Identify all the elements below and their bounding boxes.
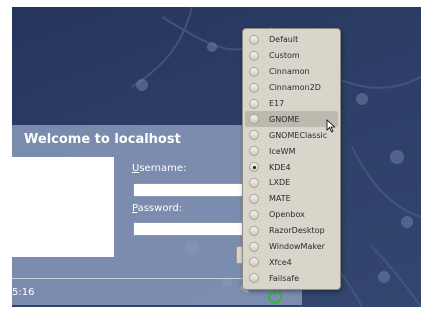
session-menu-item[interactable]: IceWM (243, 143, 340, 159)
session-menu-item-label: MATE (269, 194, 291, 204)
session-menu-item-label: Default (269, 35, 299, 45)
welcome-title: Welcome to localhost (24, 132, 181, 147)
radio-icon (249, 34, 259, 45)
session-menu-item[interactable]: KDE4 (243, 159, 340, 175)
username-label-text: sername: (139, 163, 187, 174)
session-menu-item-label: Openbox (269, 210, 305, 220)
session-menu-item-label: WindowMaker (269, 242, 325, 252)
user-avatar-area (12, 157, 114, 257)
radio-icon (249, 209, 259, 220)
radio-icon (249, 177, 259, 188)
session-menu-item-label: E17 (269, 99, 285, 108)
session-menu-item-label: Xfce4 (269, 257, 292, 267)
radio-icon (249, 114, 259, 125)
session-menu-item[interactable]: Default (243, 32, 340, 48)
session-menu-item-label: GNOMEClassic (269, 130, 328, 140)
clock: 5:16 (12, 287, 35, 298)
desktop-background: Welcome to localhost Username: Password:… (12, 7, 421, 307)
session-menu-item-label: Custom (269, 51, 300, 61)
session-menu-item-label: Failsafe (269, 273, 300, 283)
radio-icon (249, 66, 259, 77)
radio-icon (249, 98, 259, 109)
password-label-text: assword: (137, 203, 183, 214)
session-menu-item[interactable]: LXDE (243, 175, 340, 191)
session-menu-item-label: LXDE (269, 178, 291, 188)
radio-icon (249, 162, 259, 173)
session-menu-item[interactable]: MATE (243, 191, 340, 207)
session-menu-item-label: KDE4 (269, 162, 291, 172)
radio-icon (249, 225, 259, 236)
radio-icon (249, 273, 259, 284)
session-menu-item-label: Cinnamon (269, 67, 310, 77)
radio-icon (249, 241, 259, 252)
radio-icon (249, 50, 259, 61)
radio-icon (249, 130, 259, 141)
session-menu-item-label: IceWM (269, 146, 296, 156)
password-label: Password: (132, 203, 182, 214)
session-menu-item[interactable]: E17 (243, 96, 340, 112)
session-menu-item[interactable]: Xfce4 (243, 254, 340, 270)
session-menu-item[interactable]: Cinnamon2D (243, 80, 340, 96)
power-icon[interactable] (267, 288, 283, 304)
session-menu-item[interactable]: Openbox (243, 207, 340, 223)
session-menu: Default Custom Cinnamon Cinnamon2D E17 GNOME G… (242, 28, 341, 290)
radio-icon (249, 146, 259, 157)
session-menu-item[interactable]: GNOME (245, 111, 338, 128)
session-menu-item-label: RazorDesktop (269, 226, 325, 236)
radio-icon (249, 257, 259, 268)
session-menu-item[interactable]: RazorDesktop (243, 223, 340, 239)
session-menu-item[interactable]: Custom (243, 48, 340, 64)
radio-icon (249, 82, 259, 93)
session-menu-item[interactable]: WindowMaker (243, 239, 340, 255)
session-menu-item[interactable]: Cinnamon (243, 64, 340, 80)
session-menu-item-label: GNOME (269, 114, 300, 124)
mouse-pointer-icon (326, 119, 336, 133)
username-label: Username: (132, 163, 186, 174)
radio-icon (249, 193, 259, 204)
session-menu-item-label: Cinnamon2D (269, 83, 321, 93)
session-menu-item[interactable]: Failsafe (243, 270, 340, 286)
